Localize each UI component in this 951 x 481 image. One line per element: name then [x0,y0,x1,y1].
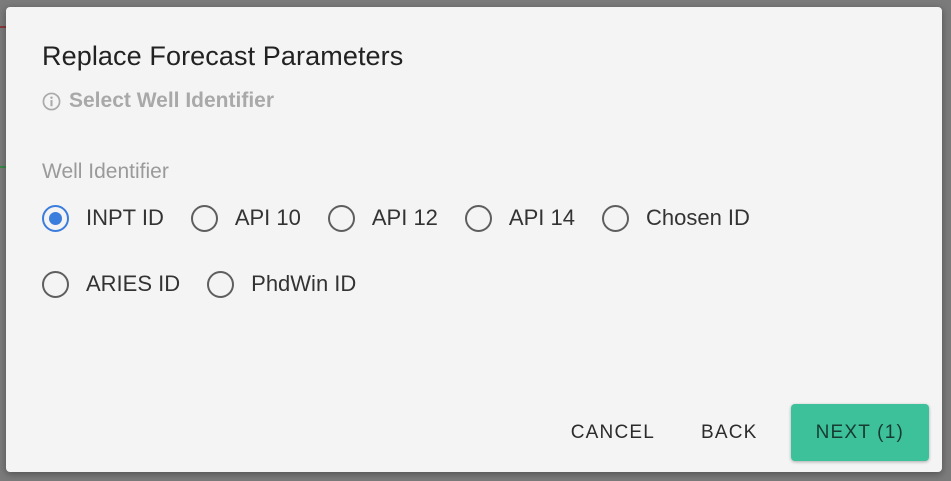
radio-button[interactable] [190,204,218,232]
radio-option-chosen-id[interactable]: Chosen ID [601,204,750,232]
radio-label: PhdWin ID [251,271,357,296]
step-subtitle: Select Well Identifier [42,89,274,113]
radio-button[interactable] [464,204,492,232]
radio-button[interactable] [207,270,235,298]
radio-option-phdwin-id[interactable]: PhdWin ID [207,270,357,298]
radio-option-api-10[interactable]: API 10 [190,204,301,232]
dialog-actions: CANCEL BACK NEXT (1) [548,404,929,461]
well-identifier-label: Well Identifier [42,160,169,183]
dialog-title: Replace Forecast Parameters [42,41,404,71]
radio-row-2: ARIES ID PhdWin ID [42,266,862,302]
radio-row-1: INPT ID API 10 API 12 API 14 Chosen ID [42,200,862,236]
radio-label: API 12 [371,205,438,230]
radio-button[interactable] [42,270,69,298]
radio-button[interactable] [327,204,355,232]
radio-label: API 10 [234,205,301,230]
radio-label: Chosen ID [645,205,750,230]
radio-option-api-14[interactable]: API 14 [464,204,575,232]
info-icon [42,92,61,110]
back-button[interactable]: BACK [678,404,781,461]
radio-button[interactable] [601,204,629,232]
radio-option-aries-id[interactable]: ARIES ID [42,270,181,298]
subtitle-text: Select Well Identifier [69,89,275,112]
radio-label: INPT ID [86,205,164,230]
radio-label: API 14 [508,205,575,230]
well-identifier-radio-group: INPT ID API 10 API 12 API 14 Chosen ID A… [42,200,862,302]
radio-button-checked[interactable] [42,204,69,232]
radio-option-api-12[interactable]: API 12 [327,204,438,232]
replace-forecast-dialog: Replace Forecast Parameters Select Well … [6,7,942,472]
radio-label: ARIES ID [86,271,181,296]
cancel-button[interactable]: CANCEL [548,404,678,461]
radio-option-inpt-id[interactable]: INPT ID [42,204,164,232]
next-button[interactable]: NEXT (1) [790,404,929,461]
